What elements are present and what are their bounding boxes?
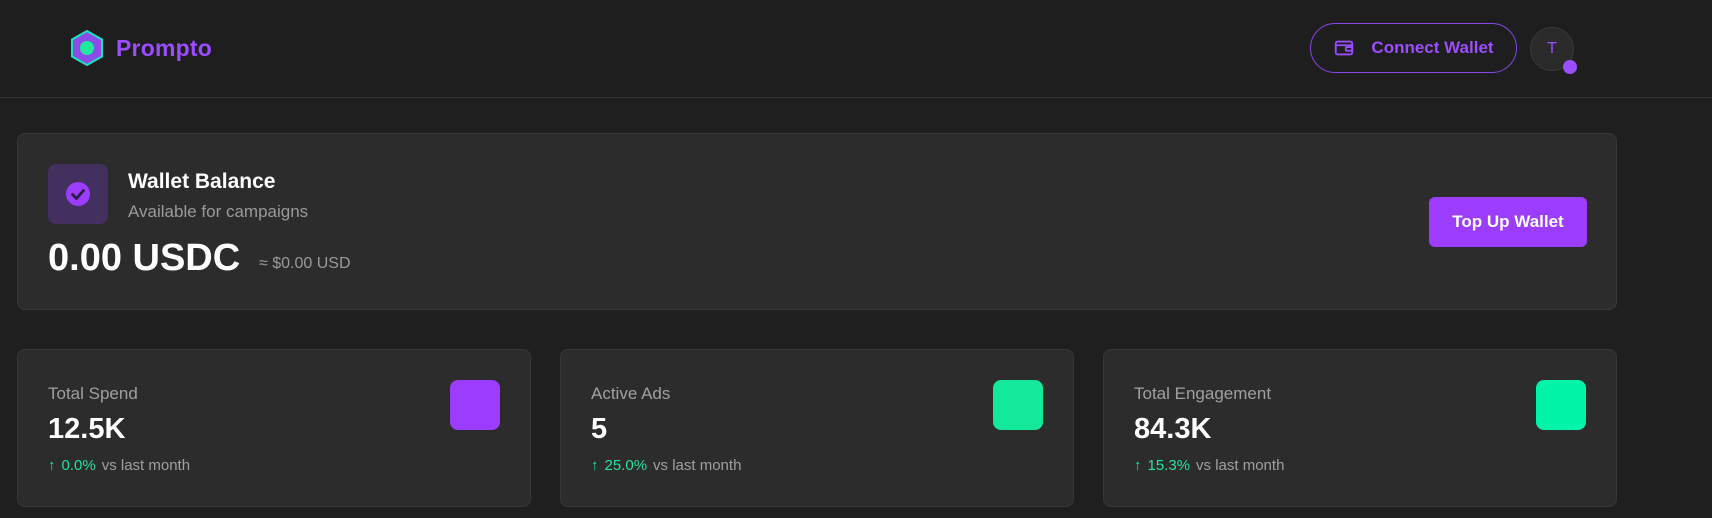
stat-card-total-spend: Total Spend 12.5K ↑ 0.0% vs last month bbox=[17, 349, 531, 507]
wallet-icon bbox=[1335, 40, 1354, 56]
trend-text: vs last month bbox=[1196, 457, 1285, 474]
avatar-initial: T bbox=[1547, 40, 1557, 57]
hexagon-logo-icon bbox=[71, 30, 103, 66]
trend-percent: 15.3% bbox=[1147, 457, 1191, 474]
connect-wallet-label: Connect Wallet bbox=[1371, 38, 1494, 57]
stat-icon-swatch bbox=[450, 380, 500, 430]
top-up-wallet-button[interactable]: Top Up Wallet bbox=[1429, 197, 1587, 247]
stat-value: 84.3K bbox=[1134, 413, 1212, 445]
stat-icon-swatch bbox=[993, 380, 1043, 430]
arrow-up-icon: ↑ bbox=[48, 457, 56, 474]
arrow-up-icon: ↑ bbox=[1134, 457, 1142, 474]
brand[interactable]: Prompto bbox=[70, 30, 212, 66]
trend-text: vs last month bbox=[101, 457, 191, 474]
stat-trend: ↑ 15.3% vs last month bbox=[1134, 457, 1284, 474]
wallet-usd-equivalent: ≈ $0.00 USD bbox=[259, 255, 351, 272]
check-circle-icon bbox=[66, 182, 90, 206]
wallet-subtitle: Available for campaigns bbox=[128, 202, 309, 221]
connect-wallet-button[interactable]: Connect Wallet bbox=[1310, 23, 1517, 73]
brand-name: Prompto bbox=[116, 34, 212, 61]
stat-value: 5 bbox=[591, 413, 608, 445]
arrow-up-icon: ↑ bbox=[591, 457, 599, 474]
stat-label: Total Spend bbox=[48, 384, 138, 403]
stat-trend: ↑ 25.0% vs last month bbox=[591, 457, 741, 474]
trend-percent: 25.0% bbox=[604, 457, 648, 474]
wallet-badge bbox=[48, 164, 108, 224]
wallet-balance-card: Wallet Balance Available for campaigns 0… bbox=[17, 133, 1617, 310]
stat-label: Total Engagement bbox=[1134, 384, 1272, 403]
trend-text: vs last month bbox=[653, 457, 742, 474]
stat-trend: ↑ 0.0% vs last month bbox=[48, 457, 190, 474]
stat-card-active-ads: Active Ads 5 ↑ 25.0% vs last month bbox=[560, 349, 1074, 507]
trend-percent: 0.0% bbox=[61, 457, 96, 474]
status-indicator bbox=[1563, 60, 1577, 74]
stat-label: Active Ads bbox=[591, 384, 671, 403]
stat-card-total-engagement: Total Engagement 84.3K ↑ 15.3% vs last m… bbox=[1103, 349, 1617, 507]
wallet-title: Wallet Balance bbox=[128, 170, 276, 193]
stat-icon-swatch bbox=[1536, 380, 1586, 430]
stat-value: 12.5K bbox=[48, 413, 126, 445]
top-navbar: Prompto Connect Wallet T bbox=[0, 0, 1712, 98]
wallet-amount: 0.00 USDC bbox=[48, 237, 241, 279]
